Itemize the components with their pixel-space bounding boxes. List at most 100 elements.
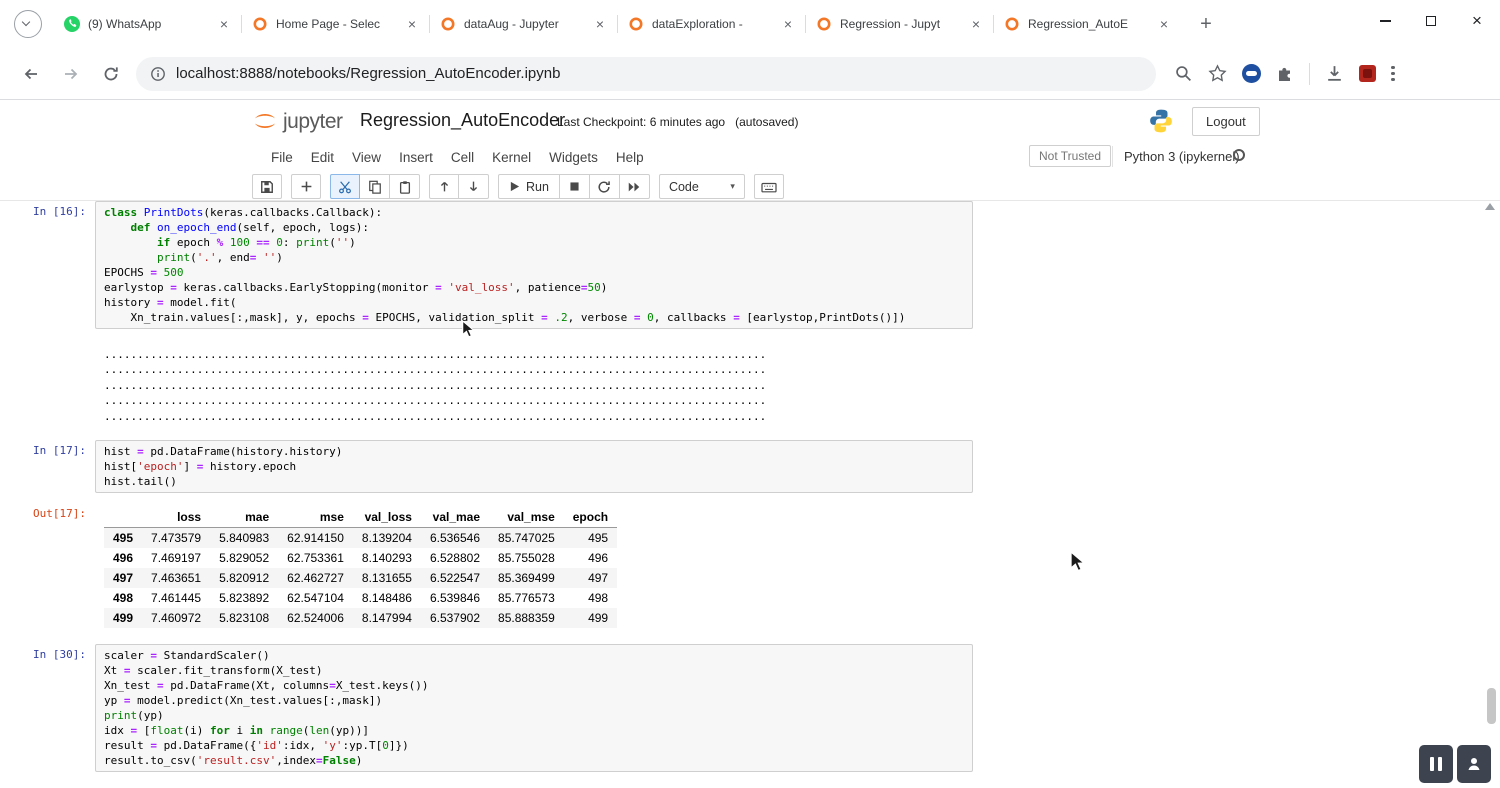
maximize-button[interactable]: [1408, 0, 1454, 42]
download-icon[interactable]: [1325, 64, 1344, 83]
menu-kernel[interactable]: Kernel: [483, 146, 540, 169]
menu-help[interactable]: Help: [607, 146, 653, 169]
cell-type-dropdown[interactable]: Code▾: [659, 174, 745, 199]
code-token: len: [309, 724, 329, 737]
code-token: hist: [104, 445, 137, 458]
restart-icon: [597, 180, 611, 194]
address-bar[interactable]: localhost:8888/notebooks/Regression_Auto…: [136, 57, 1156, 91]
python-logo-icon: [1148, 108, 1174, 134]
menu-view[interactable]: View: [343, 146, 390, 169]
table-cell: 7.469197: [142, 548, 210, 568]
tab-close-icon[interactable]: ×: [1156, 16, 1172, 32]
kernel-idle-indicator: [1233, 149, 1245, 161]
browser-tab[interactable]: Regression - Jupyt×: [806, 0, 994, 48]
toolbar-button-group: [429, 174, 489, 199]
menu-insert[interactable]: Insert: [390, 146, 442, 169]
toolbar-button-group: [291, 174, 321, 199]
browser-tab[interactable]: Regression_AutoE×: [994, 0, 1182, 48]
menu-widgets[interactable]: Widgets: [540, 146, 607, 169]
scrollbar-thumb[interactable]: [1487, 688, 1496, 724]
restart-kernel-button[interactable]: [590, 174, 620, 199]
browser-tab[interactable]: dataExploration - ×: [618, 0, 806, 48]
table-cell: 62.914150: [278, 528, 353, 549]
browser-menu-button[interactable]: [1391, 66, 1395, 82]
close-window-button[interactable]: ×: [1454, 0, 1500, 42]
output-area: lossmaemseval_lossval_maeval_mseepoch495…: [95, 503, 617, 628]
open-command-palette-button[interactable]: [754, 174, 784, 199]
code-input[interactable]: class PrintDots(keras.callbacks.Callback…: [95, 201, 973, 329]
table-cell: 5.823892: [210, 588, 278, 608]
menu-cell[interactable]: Cell: [442, 146, 483, 169]
search-icon[interactable]: [1174, 64, 1193, 83]
code-token: i: [230, 724, 250, 737]
code-token: [223, 236, 230, 249]
code-token: 0: [647, 311, 654, 324]
not-trusted-button[interactable]: Not Trusted: [1029, 145, 1111, 167]
new-tab-button[interactable]: +: [1192, 13, 1220, 36]
output-area: ........................................…: [95, 339, 766, 424]
reload-button[interactable]: [94, 57, 128, 91]
forward-button[interactable]: [54, 57, 88, 91]
interrupt-kernel-button[interactable]: [560, 174, 590, 199]
cut-cells-button[interactable]: [330, 174, 360, 199]
recording-pause-button[interactable]: [1419, 745, 1453, 783]
tab-search-button[interactable]: [14, 10, 42, 38]
move-cell-up-button[interactable]: [429, 174, 459, 199]
tab-close-icon[interactable]: ×: [592, 16, 608, 32]
logout-button[interactable]: Logout: [1192, 107, 1260, 136]
code-input[interactable]: hist = pd.DataFrame(history.history)hist…: [95, 440, 973, 493]
jupyter-logo[interactable]: jupyter: [250, 106, 343, 136]
browser-actions: [1174, 63, 1395, 85]
table-row: 4997.4609725.82310862.5240068.1479946.53…: [104, 608, 617, 628]
code-token: (yp))]: [329, 724, 369, 737]
minimize-button[interactable]: [1362, 0, 1408, 42]
code-token: idx: [104, 724, 131, 737]
code-token: if: [157, 236, 170, 249]
notebook-title[interactable]: Regression_AutoEncoder: [360, 110, 565, 131]
scrollbar-up-button[interactable]: [1485, 203, 1495, 210]
tab-close-icon[interactable]: ×: [404, 16, 420, 32]
row-index-cell: 495: [104, 528, 142, 549]
output-dots-line: ........................................…: [104, 409, 766, 424]
move-up-icon: [438, 180, 451, 193]
move-cell-down-button[interactable]: [459, 174, 489, 199]
row-index-cell: 496: [104, 548, 142, 568]
extensions-puzzle-icon[interactable]: [1276, 65, 1294, 83]
table-cell: 85.747025: [489, 528, 564, 549]
table-cell: 497: [564, 568, 617, 588]
input-prompt: In [30]:: [0, 644, 95, 772]
code-token: hist[: [104, 460, 137, 473]
extension-red-icon[interactable]: [1359, 65, 1376, 82]
copy-cells-button[interactable]: [360, 174, 390, 199]
insert-cell-below-button[interactable]: [291, 174, 321, 199]
code-input[interactable]: scaler = StandardScaler()Xt = scaler.fit…: [95, 644, 973, 772]
tab-close-icon[interactable]: ×: [216, 16, 232, 32]
menu-edit[interactable]: Edit: [302, 146, 343, 169]
tab-close-icon[interactable]: ×: [780, 16, 796, 32]
browser-tab[interactable]: (9) WhatsApp×: [54, 0, 242, 48]
tab-close-icon[interactable]: ×: [968, 16, 984, 32]
run-button[interactable]: Run: [498, 174, 560, 199]
browser-tab[interactable]: Home Page - Selec×: [242, 0, 430, 48]
code-token: StandardScaler(): [157, 649, 270, 662]
table-header-cell: val_mae: [421, 507, 489, 528]
bookmark-star-icon[interactable]: [1208, 64, 1227, 83]
back-button[interactable]: [14, 57, 48, 91]
menu-file[interactable]: File: [262, 146, 302, 169]
reload-icon: [102, 65, 120, 83]
browser-tab[interactable]: dataAug - Jupyter×: [430, 0, 618, 48]
code-line: earlystop = keras.callbacks.EarlyStoppin…: [104, 280, 964, 295]
extension-blue-icon[interactable]: [1242, 64, 1261, 83]
restart-run-all-button[interactable]: [620, 174, 650, 199]
code-token: (keras.callbacks.Callback):: [203, 206, 382, 219]
save-notebook-button[interactable]: [252, 174, 282, 199]
code-token: pd.DataFrame(Xt, columns: [164, 679, 330, 692]
table-cell: 8.147994: [353, 608, 421, 628]
table-cell: 85.888359: [489, 608, 564, 628]
paste-cells-button[interactable]: [390, 174, 420, 199]
recording-user-button[interactable]: [1457, 745, 1491, 783]
notebook-cells: In [16]:class PrintDots(keras.callbacks.…: [0, 201, 1500, 772]
checkpoint-text: Last Checkpoint: 6 minutes ago: [557, 115, 725, 129]
paste-icon: [398, 180, 412, 194]
copy-icon: [368, 180, 382, 194]
